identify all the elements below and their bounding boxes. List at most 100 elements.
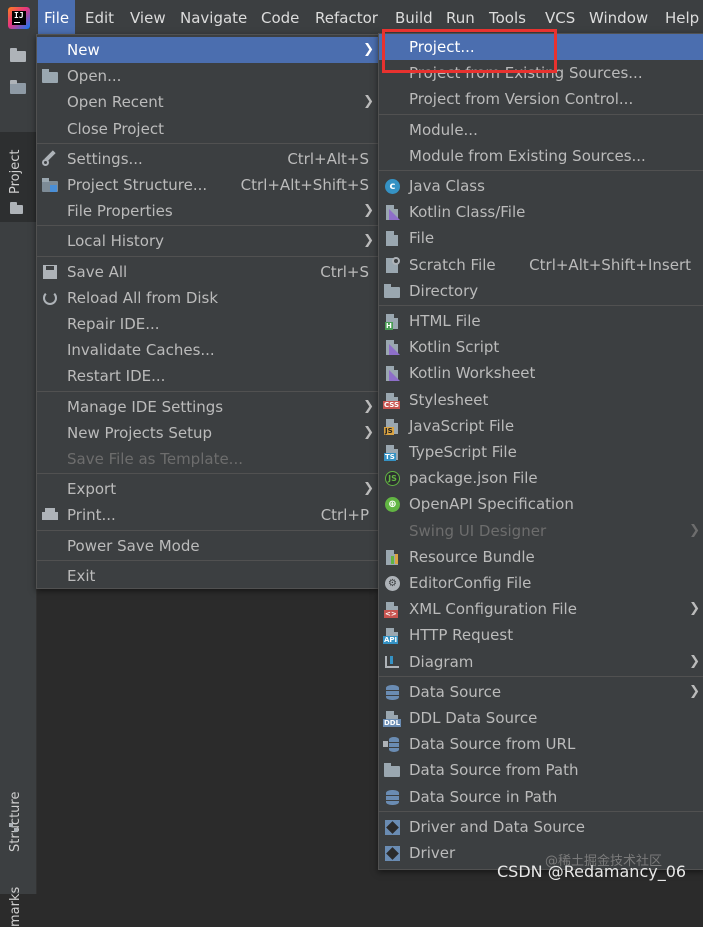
new-menu-item-kotlin-class-file[interactable]: Kotlin Class/File: [379, 199, 703, 225]
new-menu-item-package-json-file[interactable]: JS package.json File: [379, 465, 703, 491]
new-menu-item-xml-configuration-file[interactable]: <> XML Configuration File ❯: [379, 596, 703, 622]
file-menu-item-label: Project Structure...: [67, 176, 208, 194]
new-menu-item-kotlin-worksheet[interactable]: Kotlin Worksheet: [379, 360, 703, 386]
menu-refactor[interactable]: Refactor: [309, 0, 384, 37]
new-menu-item-project-from-version-control[interactable]: Project from Version Control...: [379, 86, 703, 112]
intellij-logo-icon: IJ: [8, 7, 30, 29]
file-menu-item-reload-all-from-disk[interactable]: Reload All from Disk: [37, 285, 378, 311]
menu-separator: [37, 225, 378, 227]
left-tool-strip: Project Structure marks: [0, 37, 37, 927]
menu-help[interactable]: Help: [659, 0, 703, 37]
file-menu-item-new[interactable]: New ❯: [37, 37, 378, 63]
chevron-right-icon: ❯: [363, 398, 374, 414]
new-menu-item-editorconfig-file[interactable]: ⚙ EditorConfig File: [379, 570, 703, 596]
tab-structure[interactable]: Structure: [8, 792, 23, 852]
keyboard-shortcut: Ctrl+P: [320, 506, 369, 525]
new-menu-item-label: HTML File: [409, 312, 481, 330]
file-menu-item-settings[interactable]: Settings... Ctrl+Alt+S: [37, 146, 378, 172]
new-menu-item-data-source-in-path[interactable]: Data Source in Path: [379, 784, 703, 810]
kotlin-script-icon: [383, 339, 401, 356]
new-menu-item-label: Data Source from Path: [409, 761, 579, 780]
file-menu-item-print[interactable]: Print... Ctrl+P: [37, 502, 378, 528]
new-menu-item-javascript-file[interactable]: JS JavaScript File: [379, 413, 703, 439]
new-menu-item-resource-bundle[interactable]: Resource Bundle: [379, 544, 703, 570]
new-menu-item-label: XML Configuration File: [409, 600, 577, 619]
java-class-icon: c: [383, 178, 401, 194]
new-menu-item-label: HTTP Request: [409, 626, 514, 645]
resource-bundle-icon: [383, 549, 401, 565]
menu-navigate[interactable]: Navigate: [174, 0, 253, 37]
keyboard-shortcut: Ctrl+Alt+Shift+S: [240, 176, 369, 194]
html-file-icon: H: [383, 313, 401, 330]
save-icon: [41, 264, 59, 280]
file-menu-item-open[interactable]: Open...: [37, 63, 378, 89]
new-menu-item-data-source-from-path[interactable]: Data Source from Path: [379, 757, 703, 783]
new-menu-item-label: OpenAPI Specification: [409, 495, 574, 514]
file-menu-item-label: Settings...: [67, 149, 143, 168]
file-menu-item-label: Open Recent: [67, 93, 164, 112]
new-menu-item-driver-and-data-source[interactable]: Driver and Data Source: [379, 814, 703, 840]
chevron-right-icon: ❯: [363, 94, 374, 110]
file-menu-item-open-recent[interactable]: Open Recent ❯: [37, 89, 378, 115]
database-icon: [383, 684, 401, 700]
file-icon: [383, 230, 401, 247]
file-menu-item-local-history[interactable]: Local History ❯: [37, 228, 378, 254]
openapi-icon: ⊕: [383, 496, 401, 513]
tab-bookmarks[interactable]: marks: [8, 887, 23, 927]
folder-icon[interactable]: [10, 48, 28, 62]
menu-separator: [379, 170, 703, 171]
file-menu-item-exit[interactable]: Exit: [37, 563, 378, 589]
new-menu-item-label: JavaScript File: [409, 416, 515, 435]
editorconfig-icon: ⚙: [383, 575, 401, 591]
file-menu-item-close-project[interactable]: Close Project: [37, 116, 378, 142]
new-menu-item-scratch-file[interactable]: Scratch File Ctrl+Alt+Shift+Insert: [379, 252, 703, 278]
new-menu-item-typescript-file[interactable]: TS TypeScript File: [379, 439, 703, 465]
new-menu-item-html-file[interactable]: H HTML File: [379, 308, 703, 334]
watermark: CSDN @Redamancy_06: [497, 862, 687, 881]
new-menu-item-module-from-existing-sources[interactable]: Module from Existing Sources...: [379, 143, 703, 169]
tab-project[interactable]: Project: [0, 132, 36, 222]
new-menu-item-data-source-from-url[interactable]: Data Source from URL: [379, 731, 703, 757]
file-menu-item-repair-ide[interactable]: Repair IDE...: [37, 311, 378, 337]
menu-view[interactable]: View: [124, 0, 172, 37]
menu-window[interactable]: Window: [583, 0, 654, 37]
ts-file-icon: TS: [383, 444, 401, 461]
file-menu-item-label: New Projects Setup: [67, 423, 213, 442]
new-menu-item-stylesheet[interactable]: CSS Stylesheet: [379, 387, 703, 413]
new-menu-item-ddl-data-source[interactable]: DDL DDL Data Source: [379, 705, 703, 731]
file-menu-item-label: Save All: [67, 262, 128, 281]
file-menu-item-restart-ide[interactable]: Restart IDE...: [37, 363, 378, 389]
menu-file[interactable]: File: [38, 0, 76, 37]
new-menu-item-directory[interactable]: Directory: [379, 278, 703, 304]
new-menu-item-file[interactable]: File: [379, 225, 703, 251]
new-menu-item-label: Module from Existing Sources...: [409, 146, 646, 165]
new-menu-item-label: Driver and Data Source: [409, 817, 586, 836]
new-menu-item-module[interactable]: Module...: [379, 117, 703, 143]
tab-project-label: Project: [8, 149, 23, 194]
new-menu-item-label: Kotlin Class/File: [409, 203, 526, 222]
file-menu-item-export[interactable]: Export ❯: [37, 476, 378, 502]
new-menu-item-java-class[interactable]: c Java Class: [379, 173, 703, 199]
file-menu-item-project-structure[interactable]: Project Structure... Ctrl+Alt+Shift+S: [37, 172, 378, 198]
file-menu-item-manage-ide-settings[interactable]: Manage IDE Settings ❯: [37, 394, 378, 420]
new-menu-item-label: Kotlin Worksheet: [409, 364, 536, 383]
http-request-icon: API: [383, 627, 401, 645]
wrench-icon: [41, 150, 59, 167]
file-menu-item-power-save-mode[interactable]: Power Save Mode: [37, 533, 378, 559]
driver-icon: [383, 845, 401, 861]
new-menu-item-kotlin-script[interactable]: Kotlin Script: [379, 334, 703, 360]
new-menu-item-label: Driver: [409, 844, 456, 862]
file-menu-item-label: Local History: [67, 232, 165, 251]
new-menu-item-data-source[interactable]: Data Source ❯: [379, 679, 703, 705]
menu-code[interactable]: Code: [255, 0, 305, 37]
file-menu-item-new-projects-setup[interactable]: New Projects Setup ❯: [37, 420, 378, 446]
new-menu-item-label: TypeScript File: [409, 443, 517, 461]
file-menu-item-file-properties[interactable]: File Properties ❯: [37, 198, 378, 224]
new-menu-item-openapi-specification[interactable]: ⊕ OpenAPI Specification: [379, 491, 703, 517]
file-menu-item-invalidate-caches[interactable]: Invalidate Caches...: [37, 337, 378, 363]
new-menu-item-http-request[interactable]: API HTTP Request: [379, 622, 703, 648]
menu-edit[interactable]: Edit: [79, 0, 120, 37]
new-menu-item-diagram[interactable]: Diagram ❯: [379, 649, 703, 675]
project-view-icon[interactable]: [10, 80, 28, 94]
file-menu-item-save-all[interactable]: Save All Ctrl+S: [37, 259, 378, 285]
